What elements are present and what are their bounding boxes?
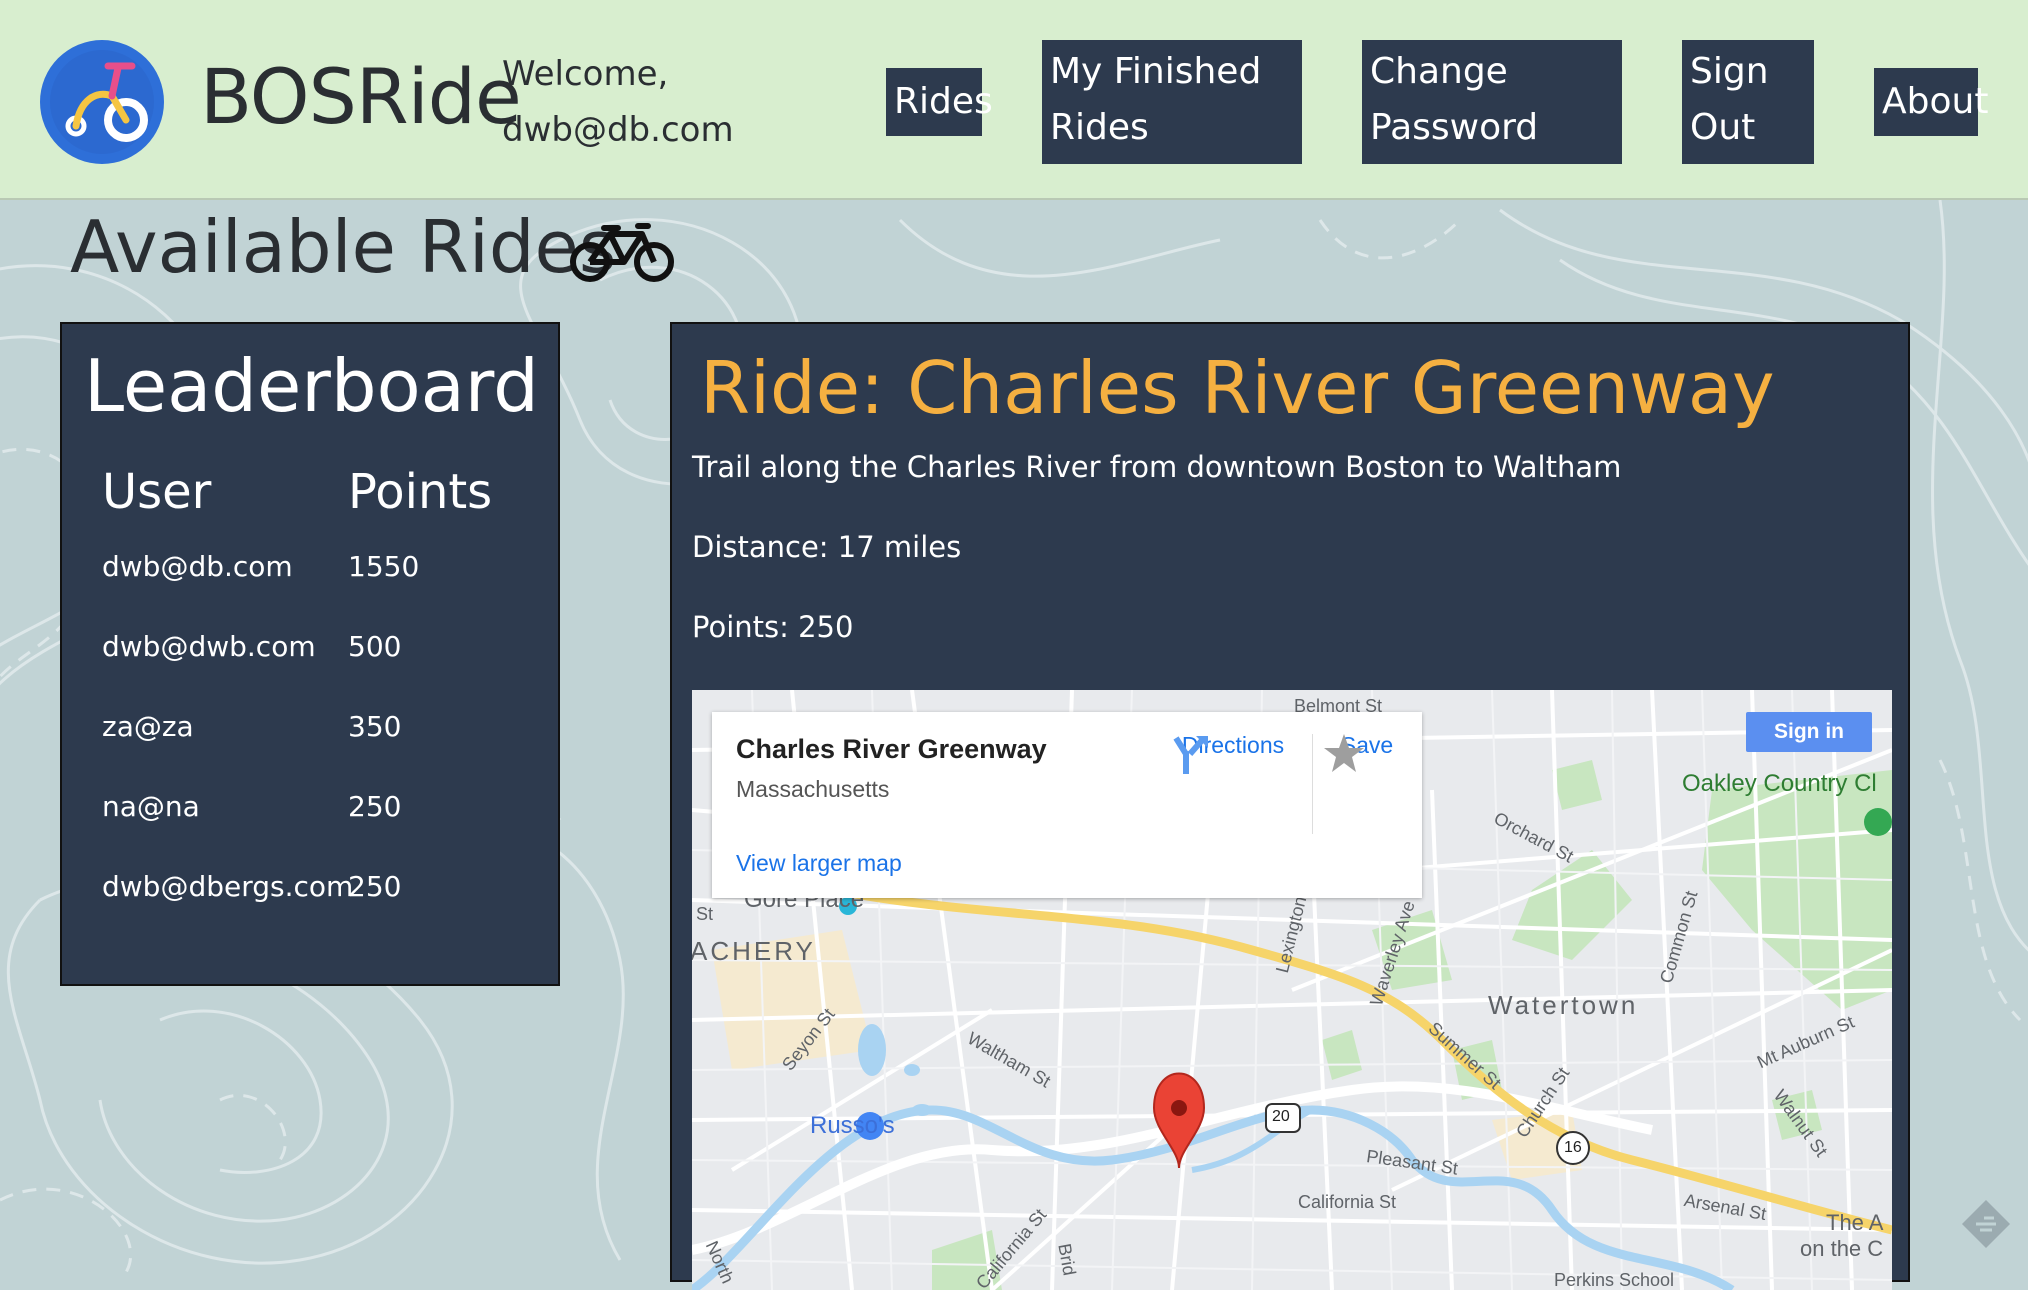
map-label-the-a: The A: [1826, 1210, 1884, 1235]
map-label-achery: ACHERY: [692, 936, 816, 966]
user-cell: dwb@dbergs.com: [102, 870, 354, 903]
nav-signout-label-1: Sign: [1690, 51, 1769, 92]
nav-signout-label-2: Out: [1690, 107, 1756, 148]
nav-finished-label-1: My Finished: [1050, 51, 1262, 92]
directions-icon: [1173, 736, 1208, 774]
card-divider: [1312, 734, 1313, 834]
map-label-on-the: on the C: [1800, 1236, 1884, 1261]
points-cell: 250: [348, 870, 402, 903]
map-label-california-1: California St: [1298, 1192, 1397, 1212]
leaderboard-title: Leaderboard: [84, 344, 539, 428]
feedback-icon[interactable]: [1958, 1196, 2014, 1252]
map-label-perkins: Perkins School: [1554, 1270, 1675, 1290]
map-label-russos: Russo's: [810, 1112, 895, 1139]
route-16-shield: 16: [1564, 1139, 1582, 1156]
nav-change-password-button[interactable]: Change Password: [1362, 40, 1622, 164]
nav-about-button[interactable]: About: [1874, 68, 1988, 136]
user-cell: na@na: [102, 790, 200, 823]
nav-sign-out-button[interactable]: Sign Out: [1682, 40, 1814, 164]
ride-title: Ride: Charles River Greenway: [700, 346, 1775, 430]
place-subtitle: Massachusetts: [736, 776, 890, 802]
nav-rides-label: Rides: [894, 81, 993, 122]
place-title: Charles River Greenway: [736, 734, 1047, 764]
welcome-user-email: dwb@db.com: [502, 110, 734, 150]
points-cell: 500: [348, 630, 402, 663]
table-row: dwb@dwb.com 500: [62, 630, 558, 690]
nav-change-label-1: Change: [1370, 51, 1508, 92]
table-row: za@za 350: [62, 710, 558, 770]
map-sign-in-button[interactable]: Sign in: [1746, 712, 1872, 752]
points-cell: 350: [348, 710, 402, 743]
map-label-watertown: Watertown: [1488, 990, 1639, 1020]
embedded-map[interactable]: Belmont St Oakley Country Cl Orchard St …: [692, 690, 1892, 1290]
page-title: Available Rides: [70, 205, 617, 289]
leaderboard-panel: Leaderboard User Points dwb@db.com 1550 …: [60, 322, 560, 986]
nav-change-label-2: Password: [1370, 107, 1539, 148]
table-row: dwb@db.com 1550: [62, 550, 558, 610]
user-cell: za@za: [102, 710, 194, 743]
map-place-card: Charles River Greenway Massachusetts Dir…: [712, 712, 1422, 898]
nav-rides-button[interactable]: Rides: [886, 68, 993, 136]
ride-panel: Ride: Charles River Greenway Trail along…: [670, 322, 1910, 1290]
route-20-shield: 20: [1272, 1108, 1290, 1125]
ride-points: Points: 250: [692, 610, 854, 644]
ride-distance: Distance: 17 miles: [692, 530, 962, 564]
directions-button[interactable]: Directions: [1168, 732, 1298, 774]
view-larger-map-link[interactable]: View larger map: [736, 850, 902, 877]
user-cell: dwb@db.com: [102, 550, 293, 583]
points-cell: 1550: [348, 550, 420, 583]
points-cell: 250: [348, 790, 402, 823]
column-header-points: Points: [348, 464, 493, 520]
column-header-user: User: [102, 464, 212, 520]
save-button[interactable]: Save: [1322, 732, 1412, 772]
table-row: dwb@dbergs.com 250: [62, 870, 558, 930]
top-header: BOSRide Welcome, dwb@db.com Rides My Fin…: [0, 0, 2028, 200]
nav-about-label: About: [1882, 81, 1989, 122]
welcome-message: Welcome, dwb@db.com: [502, 46, 734, 158]
welcome-label: Welcome,: [502, 54, 669, 94]
ride-description: Trail along the Charles River from downt…: [692, 450, 1622, 484]
bicycle-icon: [570, 223, 674, 282]
nav-finished-label-2: Rides: [1050, 107, 1149, 148]
nav-finished-rides-button[interactable]: My Finished Rides: [1042, 40, 1302, 164]
star-icon: [1324, 734, 1364, 772]
brand-name: BOSRide: [200, 52, 522, 141]
map-label-oakley: Oakley Country Cl: [1682, 770, 1877, 797]
bike-logo-icon[interactable]: [40, 40, 164, 164]
table-row: na@na 250: [62, 790, 558, 850]
user-cell: dwb@dwb.com: [102, 630, 316, 663]
sign-in-label: Sign in: [1774, 720, 1844, 743]
map-label-st: St: [696, 904, 714, 924]
